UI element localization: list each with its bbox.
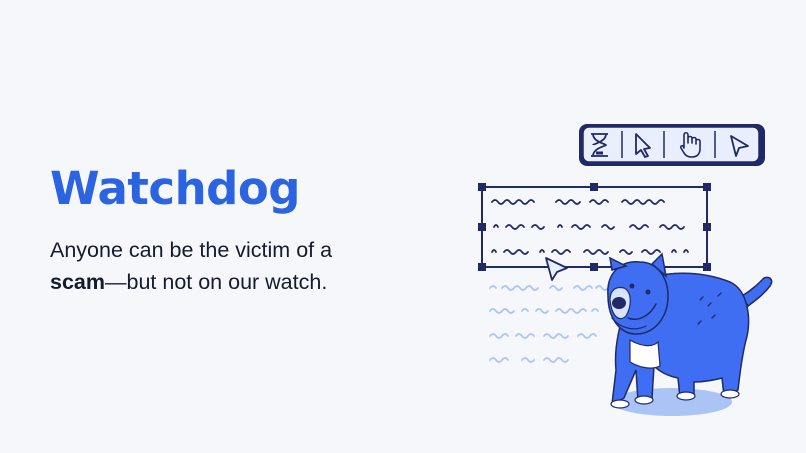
watchdog-illustration xyxy=(478,124,773,416)
tagline-emphasis: scam xyxy=(50,270,105,294)
dog-icon xyxy=(607,252,773,416)
page-title: Watchdog xyxy=(50,162,300,215)
faded-text-lines xyxy=(489,285,609,363)
tagline: Anyone can be the victim of a scam—but n… xyxy=(50,234,430,298)
tagline-line-2: —but not on our watch. xyxy=(105,270,328,294)
selection-box xyxy=(478,183,711,281)
tagline-line-1: Anyone can be the victim of a xyxy=(50,238,333,262)
cursor-icon xyxy=(545,257,568,281)
icon-toolbar xyxy=(579,124,765,166)
hero-section: Watchdog Anyone can be the victim of a s… xyxy=(50,162,430,298)
